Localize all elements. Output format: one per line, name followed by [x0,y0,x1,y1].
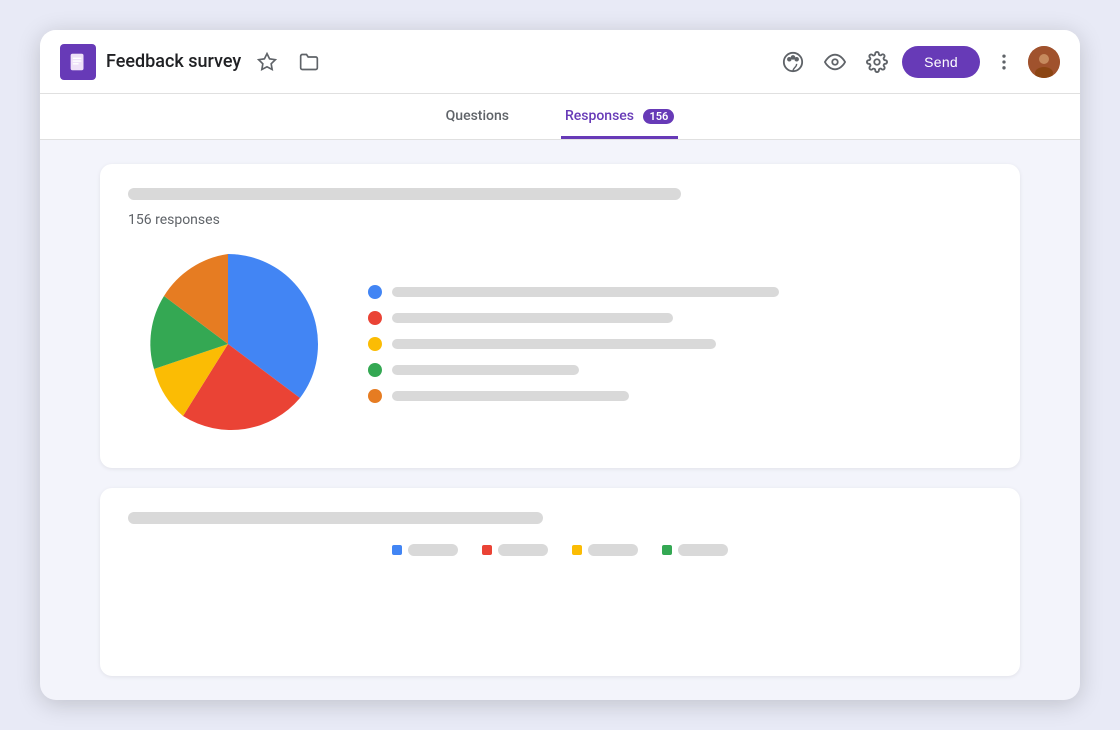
legend-bar-yellow [392,339,716,349]
tabs-bar: Questions Responses 156 [40,94,1080,140]
bar-legend-yellow [572,544,638,556]
star-button[interactable] [251,46,283,78]
settings-button[interactable] [860,45,894,79]
bar-legend-dot-red [482,545,492,555]
legend-item-yellow [368,337,992,351]
preview-button[interactable] [818,45,852,79]
bar-legend-dot-green [662,545,672,555]
bar-chart-legend [128,544,992,556]
legend-dot-yellow [368,337,382,351]
legend-item-green [368,363,992,377]
legend-item-blue [368,285,992,299]
avatar[interactable] [1028,46,1060,78]
legend-bar-green [392,365,579,375]
bar-chart-groups [128,572,992,652]
chart-legend [368,285,992,403]
responses-badge: 156 [643,109,674,124]
app-window: Feedback survey [40,30,1080,700]
bar-legend-label-yellow [588,544,638,556]
header-left: Feedback survey [60,44,776,80]
header-right: Send [776,45,1060,79]
responses-count: 156 responses [128,212,992,228]
bar-legend-red [482,544,548,556]
legend-bar-orange [392,391,629,401]
legend-dot-orange [368,389,382,403]
chart-area [128,244,992,444]
card2-title-bar [128,512,543,524]
legend-dot-blue [368,285,382,299]
send-button[interactable]: Send [902,46,980,78]
legend-item-red [368,311,992,325]
card1-title-bar [128,188,681,200]
pie-chart [128,244,328,444]
bar-legend-blue [392,544,458,556]
legend-bar-red [392,313,673,323]
app-icon [60,44,96,80]
legend-dot-red [368,311,382,325]
legend-dot-green [368,363,382,377]
main-content: 156 responses [40,140,1080,700]
page-title: Feedback survey [106,51,241,72]
bar-chart-card [100,488,1020,676]
bar-legend-green [662,544,728,556]
legend-bar-blue [392,287,779,297]
tab-responses[interactable]: Responses 156 [561,94,678,139]
bar-legend-label-red [498,544,548,556]
legend-item-orange [368,389,992,403]
bar-legend-dot-blue [392,545,402,555]
folder-button[interactable] [293,46,325,78]
more-button[interactable] [988,46,1020,78]
palette-button[interactable] [776,45,810,79]
tab-questions[interactable]: Questions [442,94,513,139]
bar-legend-label-green [678,544,728,556]
bar-legend-dot-yellow [572,545,582,555]
header: Feedback survey [40,30,1080,94]
bar-legend-label-blue [408,544,458,556]
pie-chart-card: 156 responses [100,164,1020,468]
